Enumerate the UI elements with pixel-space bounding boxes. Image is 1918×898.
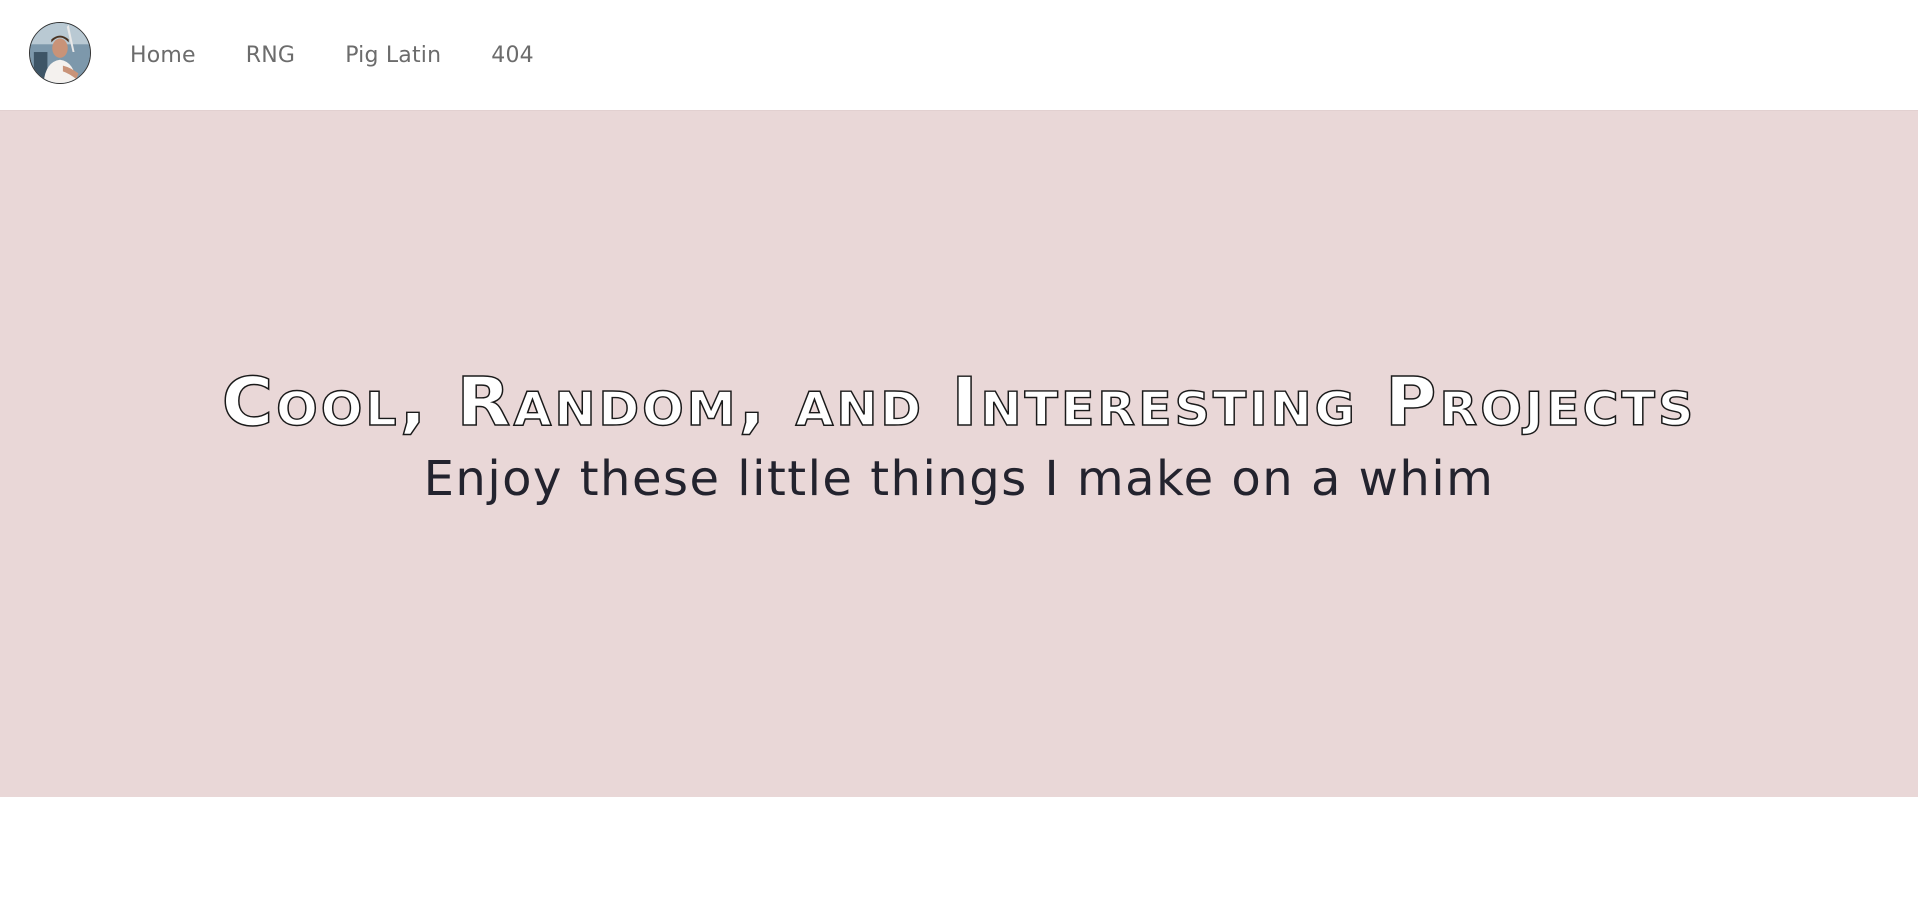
nav-links: Home RNG Pig Latin 404	[130, 0, 584, 110]
nav-link-pig-latin[interactable]: Pig Latin	[345, 43, 441, 68]
nav-link-home[interactable]: Home	[130, 43, 196, 68]
hero-title: Cool, Random, and Interesting Projects	[221, 362, 1697, 441]
hero-subtitle: Enjoy these little things I make on a wh…	[423, 451, 1495, 507]
avatar[interactable]	[29, 22, 91, 84]
nav-link-404[interactable]: 404	[491, 43, 534, 68]
profile-photo-icon	[30, 23, 90, 83]
top-navbar: Home RNG Pig Latin 404	[0, 0, 1918, 110]
nav-link-rng[interactable]: RNG	[246, 43, 295, 68]
hero-banner: Cool, Random, and Interesting Projects E…	[0, 110, 1918, 797]
